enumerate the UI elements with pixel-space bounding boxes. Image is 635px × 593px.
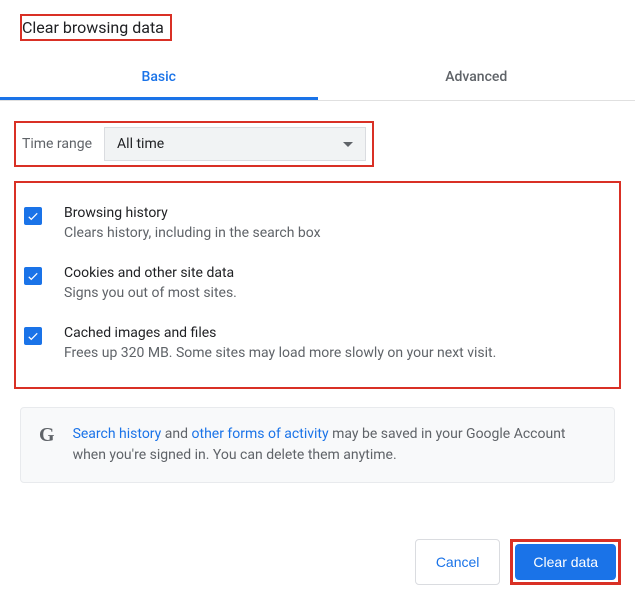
option-title: Cookies and other site data <box>64 265 611 281</box>
checkbox-cookies[interactable] <box>24 267 42 285</box>
option-desc: Frees up 320 MB. Some sites may load mor… <box>64 345 611 361</box>
checkbox-cache[interactable] <box>24 327 42 345</box>
option-cache: Cached images and files Frees up 320 MB.… <box>24 313 611 373</box>
checkbox-browsing-history[interactable] <box>24 207 42 225</box>
google-logo-icon: G <box>39 424 55 447</box>
info-box: G Search history and other forms of acti… <box>20 407 615 483</box>
dialog-title: Clear browsing data <box>20 14 172 41</box>
check-icon <box>26 269 40 283</box>
option-desc: Signs you out of most sites. <box>64 285 611 301</box>
option-cookies: Cookies and other site data Signs you ou… <box>24 253 611 313</box>
cancel-button[interactable]: Cancel <box>415 539 501 585</box>
check-icon <box>26 329 40 343</box>
option-browsing-history: Browsing history Clears history, includi… <box>24 193 611 253</box>
link-other-activity[interactable]: other forms of activity <box>192 426 329 442</box>
option-desc: Clears history, including in the search … <box>64 225 611 241</box>
info-text-part: and <box>161 426 191 442</box>
time-range-row: Time range All time <box>14 121 374 167</box>
footer-buttons: Cancel Clear data <box>415 539 621 585</box>
time-range-select[interactable]: All time <box>104 127 366 161</box>
tabs: Basic Advanced <box>0 57 635 101</box>
tab-advanced[interactable]: Advanced <box>318 57 635 100</box>
info-text: Search history and other forms of activi… <box>73 424 596 466</box>
chevron-down-icon <box>343 142 353 147</box>
time-range-label: Time range <box>22 136 92 152</box>
option-title: Browsing history <box>64 205 611 221</box>
link-search-history[interactable]: Search history <box>73 426 162 442</box>
clear-data-button[interactable]: Clear data <box>515 544 616 580</box>
check-icon <box>26 209 40 223</box>
options-box: Browsing history Clears history, includi… <box>14 181 621 389</box>
option-title: Cached images and files <box>64 325 611 341</box>
time-range-value: All time <box>117 136 164 152</box>
tab-basic[interactable]: Basic <box>0 57 318 100</box>
